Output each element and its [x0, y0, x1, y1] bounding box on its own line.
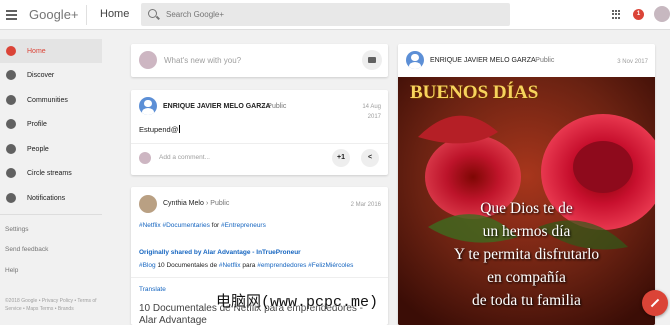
sidebar-item-label: Home	[27, 47, 46, 55]
hashtag-link[interactable]: #Documentaries	[163, 222, 210, 229]
camera-icon[interactable]	[362, 50, 382, 70]
people-icon	[6, 144, 16, 154]
image-title: BUENOS DÍAS	[410, 82, 539, 103]
post-body: Estupend@	[139, 125, 181, 134]
image-text-line: en compañía	[487, 269, 566, 286]
shared-from-link[interactable]: Originally shared by Alar Advantage - In…	[139, 249, 301, 256]
sidebar-item-people[interactable]: People	[0, 137, 102, 161]
post-visibility: › Public	[206, 200, 230, 207]
account-avatar[interactable]	[654, 6, 670, 22]
post-visibility: › Public	[263, 103, 287, 110]
help-link[interactable]: Help	[5, 267, 18, 274]
image-text-line: de toda tu familia	[472, 292, 581, 309]
post-date-line: 14 Aug	[362, 104, 381, 110]
visibility-label: Public	[535, 57, 555, 64]
sidebar-item-label: Communities	[27, 96, 68, 104]
sidebar-item-home[interactable]: Home	[0, 39, 102, 63]
header-divider	[86, 5, 87, 25]
avatar[interactable]	[406, 51, 424, 69]
sidebar-divider	[0, 214, 102, 215]
avatar[interactable]	[139, 195, 157, 213]
translate-link[interactable]: Translate	[139, 286, 166, 293]
search-icon[interactable]	[148, 9, 157, 18]
post-date: 2 Mar 2016	[350, 202, 381, 208]
watermark: 电脑网(www.pcpc.me)	[216, 294, 379, 311]
compose-fab-button[interactable]	[642, 290, 668, 316]
circles-icon	[6, 168, 16, 178]
settings-link[interactable]: Settings	[5, 226, 29, 233]
hashtag-link[interactable]: #Netflix	[219, 262, 241, 269]
post-card: ENRIQUE JAVIER MELO GARZA › Public 14 Au…	[131, 90, 388, 175]
hashtag-link[interactable]: #Blog	[139, 262, 156, 269]
plus-one-button[interactable]: +1	[332, 149, 350, 167]
menu-icon[interactable]	[6, 10, 17, 20]
visibility-label: Public	[210, 200, 230, 207]
google-plus-logo[interactable]: Google+	[29, 7, 79, 22]
post-author[interactable]: Cynthia Melo	[163, 200, 204, 207]
post-text: 10 Documentales de	[157, 262, 218, 269]
sidebar-item-discover[interactable]: Discover	[0, 63, 102, 87]
sidebar-item-notifications[interactable]: Notifications	[0, 186, 102, 210]
avatar[interactable]	[139, 97, 157, 115]
communities-icon	[6, 95, 16, 105]
post-hashtags: #Netflix #Documentaries for #Entrepreneu…	[139, 222, 266, 229]
send-feedback-link[interactable]: Send feedback	[5, 246, 48, 253]
sidebar-item-communities[interactable]: Communities	[0, 88, 102, 112]
hashtag-link[interactable]: #Entrepreneurs	[221, 222, 266, 229]
sidebar-item-label: Circle streams	[27, 169, 72, 177]
avatar	[139, 51, 157, 69]
sidebar-item-label: Notifications	[27, 194, 66, 202]
text-cursor	[179, 125, 181, 133]
image-text-line: un hermos día	[482, 223, 571, 240]
sidebar-item-label: Profile	[27, 120, 47, 128]
hashtag-link[interactable]: #emprendedores	[257, 262, 306, 269]
sidebar-item-label: Discover	[27, 71, 55, 79]
sidebar-footer: ©2018 Google • Privacy Policy • Terms of…	[5, 298, 97, 312]
post-text: for	[211, 222, 220, 229]
post-card: ENRIQUE JAVIER MELO GARZA › Public 3 Nov…	[398, 44, 655, 325]
hashtag-link[interactable]: #Netflix	[139, 222, 161, 229]
page-title: Home	[100, 8, 130, 20]
top-bar: Google+ Home 1	[0, 0, 670, 30]
share-button[interactable]: <	[361, 149, 379, 167]
sidebar-item-circle-streams[interactable]: Circle streams	[0, 161, 102, 185]
post-date: 3 Nov 2017	[617, 59, 648, 65]
profile-icon	[6, 119, 16, 129]
notifications-badge[interactable]: 1	[633, 9, 644, 20]
hashtag-link[interactable]: #FelizMiércoles	[308, 262, 353, 269]
share-icon: <	[367, 154, 373, 161]
post-author[interactable]: ENRIQUE JAVIER MELO GARZA	[430, 57, 536, 64]
post-divider	[131, 277, 388, 278]
post-body-text: Estupend@	[139, 125, 179, 134]
post-date-line: 2017	[367, 114, 381, 120]
comment-input[interactable]: Add a comment...	[159, 154, 210, 161]
post-date: 14 Aug 2017	[353, 102, 381, 122]
post-text: para	[242, 262, 256, 269]
bell-icon	[6, 193, 16, 203]
home-icon	[6, 46, 16, 56]
sidebar: Home Discover Communities Profile People…	[0, 30, 112, 325]
visibility-label: Public	[267, 103, 287, 110]
image-text-line: Que Dios te de	[480, 200, 573, 217]
shared-hashtags: #Blog 10 Documentales de #Netflix para #…	[139, 262, 353, 269]
sidebar-item-profile[interactable]: Profile	[0, 112, 102, 136]
image-text-line: Y te permita disfrutarlo	[453, 246, 600, 263]
search-input[interactable]	[166, 8, 466, 21]
compass-icon	[6, 70, 16, 80]
avatar	[139, 152, 151, 164]
headline-line: Alar Advantage	[139, 315, 207, 325]
apps-grid-icon[interactable]	[612, 10, 621, 19]
post-divider	[131, 143, 388, 144]
post-visibility: › Public	[531, 57, 555, 64]
post-author[interactable]: ENRIQUE JAVIER MELO GARZA	[163, 103, 271, 110]
post-image[interactable]: BUENOS DÍAS Que Dios te de un hermos día…	[398, 77, 655, 325]
search-bar[interactable]	[141, 3, 510, 26]
compose-box[interactable]: What's new with you?	[131, 44, 388, 77]
sidebar-item-label: People	[27, 145, 49, 153]
compose-prompt[interactable]: What's new with you?	[164, 56, 241, 65]
